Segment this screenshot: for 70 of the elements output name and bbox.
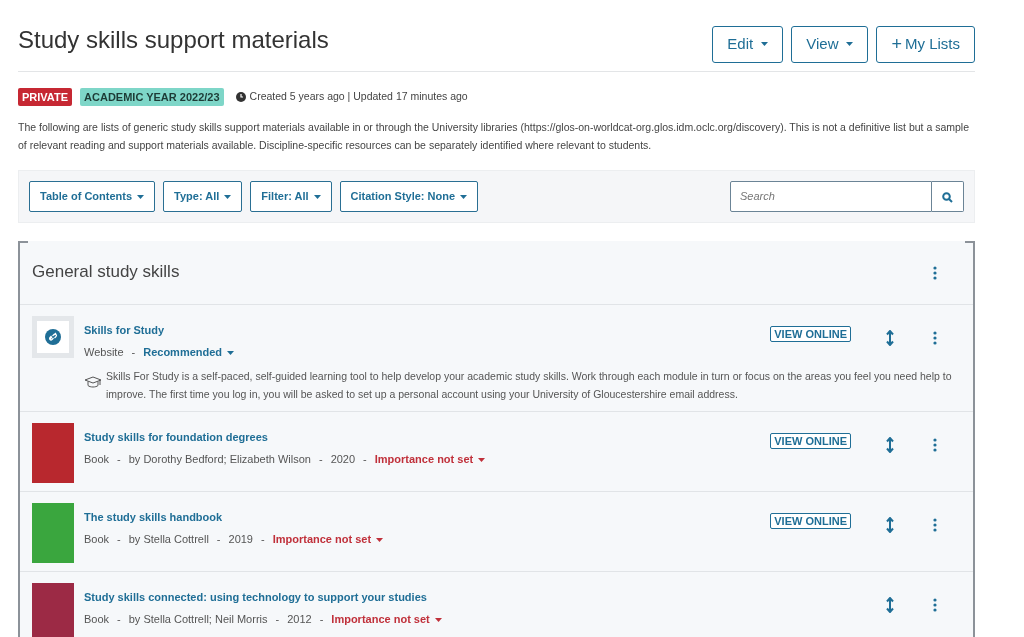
more-options-icon[interactable] — [933, 438, 937, 453]
importance-dropdown[interactable]: Importance not set — [374, 451, 486, 468]
filter-dropdown[interactable]: Type: All — [163, 181, 243, 212]
view-online-button[interactable]: VIEW ONLINE — [770, 512, 851, 529]
more-options-icon[interactable] — [933, 598, 937, 613]
view-online-button[interactable]: VIEW ONLINE — [770, 325, 851, 342]
caret-icon — [846, 42, 854, 47]
status-badge: ACADEMIC YEAR 2022/23 — [80, 87, 224, 106]
move-icon[interactable] — [885, 437, 895, 454]
caret-icon — [478, 458, 486, 463]
page-title: Study skills support materials — [18, 26, 330, 55]
move-icon[interactable] — [885, 597, 895, 614]
item-meta: 2020 — [330, 452, 356, 467]
graduation-cap-icon — [84, 375, 102, 389]
move-icon[interactable] — [885, 517, 895, 534]
item-title-link[interactable]: The study skills handbook — [84, 508, 761, 525]
item-meta: Book — [84, 532, 110, 547]
link-icon — [45, 328, 61, 345]
clock-icon — [235, 91, 246, 102]
section-title: General study skills — [32, 261, 181, 284]
item-meta: Book — [84, 452, 110, 467]
caret-icon — [376, 538, 384, 543]
search-field[interactable]: Search — [730, 181, 932, 212]
separator-text: - — [216, 532, 221, 547]
move-icon[interactable] — [885, 330, 895, 347]
item-meta: by Dorothy Bedford; Elizabeth Wilson — [128, 452, 311, 467]
caret-icon — [761, 42, 769, 47]
separator-text: - — [319, 612, 324, 627]
importance-dropdown[interactable]: Importance not set — [272, 531, 384, 548]
separator-text: - — [117, 452, 121, 467]
item-title-link[interactable]: Study skills connected: using technology to support your studies — [84, 588, 765, 605]
add-list-button[interactable]: + My Lists — [876, 26, 975, 63]
more-options-icon[interactable] — [933, 518, 937, 533]
caret-icon — [227, 351, 235, 356]
item-title-link[interactable]: Skills for Study — [84, 321, 761, 338]
separator-text: - — [363, 452, 367, 467]
description-text: The following are lists of generic study skills support materials available in or through the University libraries (https://glos-on-worldcat-org.glos.idm.oclc.org/discovery). This is not a definitive list but a sample of relevant reading and support materials available. Discipline-specific resources can be separately identified where relevant to students. — [18, 120, 971, 153]
importance-dropdown[interactable]: Recommended — [143, 344, 235, 361]
separator-text: - — [117, 532, 121, 547]
filter-dropdown[interactable]: Citation Style: None — [339, 181, 479, 212]
separator-text: - — [261, 532, 265, 547]
filter-dropdown[interactable]: Table of Contents — [29, 181, 156, 212]
item-meta: 2019 — [228, 532, 253, 547]
view-online-button[interactable]: VIEW ONLINE — [770, 432, 851, 449]
caret-icon — [224, 195, 232, 200]
item-meta: 2012 — [287, 612, 312, 627]
dates-text: Created 5 years ago | Updated 17 minutes ago — [249, 88, 468, 104]
more-options-icon[interactable] — [933, 331, 937, 346]
filter-dropdown[interactable]: Filter: All — [250, 181, 332, 212]
dropdown-button[interactable]: Edit — [712, 26, 784, 63]
search-icon — [942, 191, 953, 203]
separator-text: - — [131, 345, 136, 360]
dropdown-button[interactable]: View — [791, 26, 869, 63]
caret-icon — [313, 195, 321, 200]
caret-icon — [434, 618, 442, 623]
separator-text: - — [275, 612, 280, 627]
caret-icon — [460, 195, 468, 200]
item-note: Skills For Study is a self-paced, self-guided learning tool to help develop your academic study skills. Work through each module in turn or focus on the areas you feel you need help to improve. The first time you log in, you will be asked to set up a personal account using your University of Gloucestershire email address. — [106, 368, 953, 402]
importance-dropdown[interactable]: Importance not set — [331, 611, 442, 628]
search-button[interactable] — [932, 181, 964, 212]
item-meta: Book — [84, 612, 110, 627]
item-meta: Website — [84, 345, 124, 360]
item-title-link[interactable]: Study skills for foundation degrees — [84, 428, 761, 445]
caret-icon — [137, 195, 145, 200]
separator-text: - — [318, 452, 323, 467]
item-meta: by Stella Cottrell; Neil Morris — [128, 612, 268, 627]
more-options-icon[interactable] — [933, 265, 937, 280]
status-badge: PRIVATE — [18, 87, 73, 106]
item-meta: by Stella Cottrell — [128, 532, 209, 547]
separator-text: - — [117, 612, 121, 627]
